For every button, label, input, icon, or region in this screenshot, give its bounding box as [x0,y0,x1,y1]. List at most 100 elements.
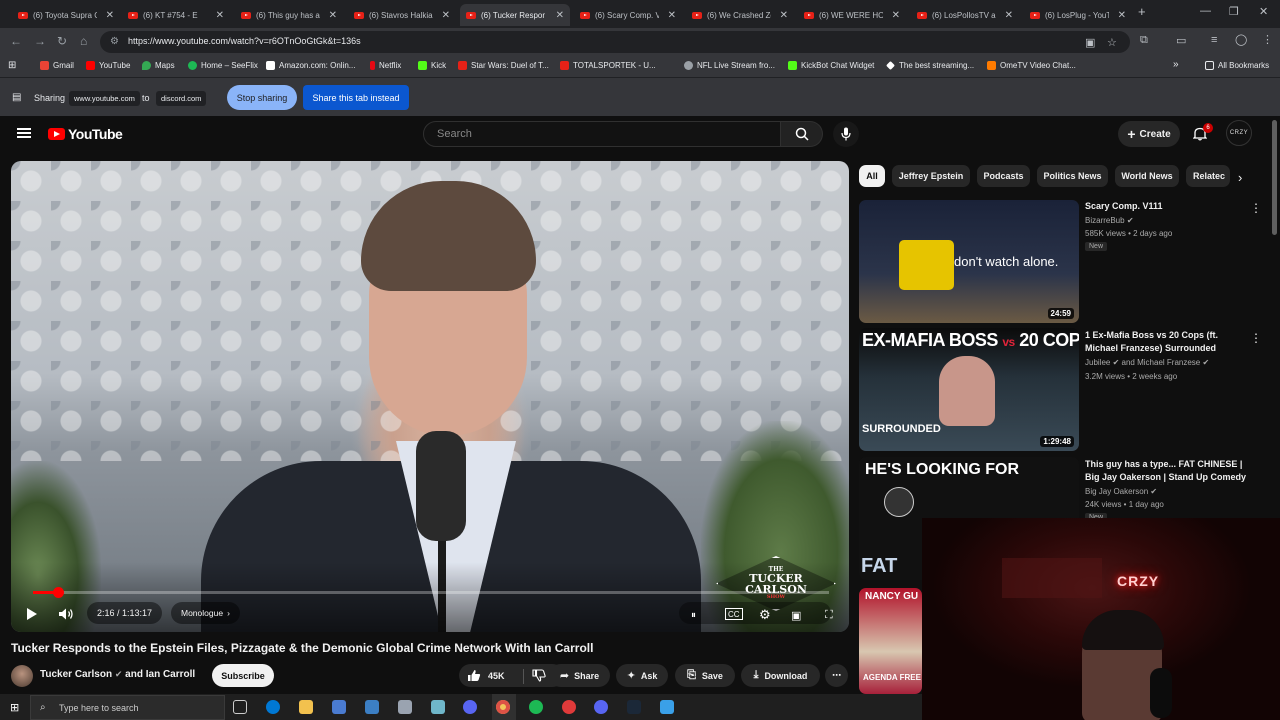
bookmark-totalsportek[interactable]: TOTALSPORTEK - U... [560,61,656,70]
windows-start-icon[interactable]: ⊞ [10,701,19,714]
rec-title[interactable]: Scary Comp. V111 [1085,200,1245,213]
tab-1[interactable]: (6) Toyota Supra C ✕ [12,4,120,26]
tab-3[interactable]: (6) This guy has a ✕ [235,4,343,26]
close-tab-icon[interactable]: ✕ [892,10,900,21]
app-icon-1[interactable] [332,700,346,714]
window-close-icon[interactable]: ✕ [1259,5,1268,18]
bookmark-amazon[interactable]: Amazon.com: Onlin... [266,61,355,70]
rec-more-icon[interactable]: ⋮ [1250,331,1262,345]
rec-channel[interactable]: Big Jay Oakerson ✔ [1085,487,1157,496]
bookmark-nfl-stream[interactable]: NFL Live Stream fro... [684,61,775,70]
file-explorer-icon[interactable] [299,700,313,714]
profile-icon[interactable]: ◯ [1235,33,1247,46]
download-button[interactable]: ⤓ Download [741,664,820,687]
save-button[interactable]: ⎘ Save [675,664,735,687]
app-icon-4[interactable] [463,700,477,714]
more-actions-button[interactable]: ⋯ [825,664,848,687]
play-button[interactable] [21,604,43,624]
close-tab-icon[interactable]: ✕ [442,10,450,21]
chip-podcasts[interactable]: Podcasts [977,165,1030,187]
rec-thumbnail-4[interactable]: NANCY GU AGENDA FREE [859,588,922,694]
app-icon-2[interactable] [398,700,412,714]
close-tab-icon[interactable]: ✕ [1005,10,1013,21]
scrubber-handle[interactable] [52,587,64,598]
share-button[interactable]: ➦ Share [549,664,610,687]
progress-bar[interactable] [33,587,829,598]
autoplay-toggle-icon[interactable]: ⏸ [691,605,696,625]
rec-thumbnail-1[interactable]: don't watch alone. 24:59 [859,200,1079,323]
chrome-menu-icon[interactable]: ⋮ [1262,33,1273,46]
channel-name[interactable]: Tucker Carlson ✔ and Ian Carroll [40,669,195,680]
forward-icon[interactable]: → [34,34,46,48]
tab-2[interactable]: (6) KT #754 - E ✕ [122,4,230,26]
steam-icon[interactable] [627,700,641,714]
channel-avatar[interactable] [11,665,33,687]
app-icon-3[interactable] [431,700,445,714]
tab-8[interactable]: (6) WE WERE HOI ✕ [798,4,906,26]
rec-title[interactable]: This guy has a type... FAT CHINESE | Big… [1085,458,1250,484]
bookmarks-overflow-icon[interactable]: » [1173,59,1179,70]
search-button[interactable] [781,121,823,147]
account-avatar[interactable]: CRZY [1226,120,1252,146]
reload-icon[interactable]: ↻ [57,34,67,48]
close-tab-icon[interactable]: ✕ [106,10,114,21]
all-bookmarks[interactable]: All Bookmarks [1205,61,1269,70]
chapter-button[interactable]: Monologue › [171,602,240,624]
bookmark-streaming[interactable]: The best streaming... [886,61,974,70]
share-this-tab-button[interactable]: Share this tab instead [303,85,409,110]
cast-icon[interactable]: ▭ [1176,34,1186,47]
restore-icon[interactable]: ❐ [1229,5,1239,18]
chip-all[interactable]: All [859,165,885,187]
bookmark-maps[interactable]: Maps [142,61,175,70]
bookmark-ometv[interactable]: OmeTV Video Chat... [987,61,1076,70]
tab-7[interactable]: (6) We Crashed Zo ✕ [686,4,794,26]
tab-9[interactable]: (6) LosPollosTV an ✕ [911,4,1019,26]
app-icon-5[interactable] [562,700,576,714]
tab-6[interactable]: (6) Scary Comp. V ✕ [574,4,682,26]
bookmark-star-icon[interactable]: ☆ [1107,36,1117,49]
rec-title[interactable]: 1 Ex-Mafia Boss vs 20 Cops (ft. Michael … [1085,329,1245,355]
rec-thumbnail-2[interactable]: EX-MAFIA BOSS vs 20 COPS SURROUNDED 1:29… [859,328,1079,451]
close-tab-icon[interactable]: ✕ [556,10,564,21]
back-icon[interactable]: ← [10,34,22,48]
create-button[interactable]: + Create [1118,121,1180,147]
chip-related[interactable]: Relatec [1186,165,1230,187]
mute-button[interactable] [55,604,77,624]
fullscreen-icon[interactable]: ⛶ [825,605,833,625]
close-tab-icon[interactable]: ✕ [1118,10,1126,21]
bookmark-star-wars[interactable]: Star Wars: Duel of T... [458,61,549,70]
discord-icon[interactable] [594,700,608,714]
rec-channel[interactable]: BizarreBub ✔ [1085,216,1134,225]
tab-5-active[interactable]: (6) Tucker Respon ✕ [460,4,570,26]
like-button[interactable]: 45K [467,669,505,682]
settings-gear-icon[interactable]: ⚙ [759,605,771,625]
ask-button[interactable]: ✦ Ask [616,664,668,687]
miniplayer-icon[interactable]: ▣ [791,605,801,625]
search-box[interactable] [423,121,781,147]
stop-sharing-button[interactable]: Stop sharing [227,85,297,110]
menu-icon[interactable] [17,128,31,138]
youtube-logo[interactable]: YouTube [48,126,123,142]
page-scrollbar[interactable] [1272,120,1277,235]
close-tab-icon[interactable]: ✕ [329,10,337,21]
chip-world-news[interactable]: World News [1115,165,1179,187]
media-controls-icon[interactable]: ≡ [1211,34,1217,46]
spotify-icon[interactable] [529,700,543,714]
chips-next-chevron-icon[interactable]: › [1238,170,1242,185]
bookmark-gmail[interactable]: Gmail [40,61,74,70]
bookmark-kickbot[interactable]: KickBot Chat Widget [788,61,874,70]
dislike-button[interactable] [523,669,546,684]
calculator-icon[interactable] [365,700,379,714]
task-view-icon[interactable] [233,700,247,714]
close-tab-icon[interactable]: ✕ [668,10,676,21]
bookmark-youtube[interactable]: YouTube [86,61,130,70]
chip-jeffrey-epstein[interactable]: Jeffrey Epstein [892,165,970,187]
install-app-icon[interactable]: ▣ [1085,36,1095,49]
chip-politics-news[interactable]: Politics News [1037,165,1108,187]
bookmark-seeflix[interactable]: Home – SeeFlix [188,61,258,70]
edge-icon[interactable] [266,700,280,714]
minimize-icon[interactable]: — [1200,5,1211,17]
bookmark-netflix[interactable]: Netflix [370,61,401,70]
rec-more-icon[interactable]: ⋮ [1250,201,1262,215]
apps-grid-icon[interactable]: ⊞ [8,60,16,71]
